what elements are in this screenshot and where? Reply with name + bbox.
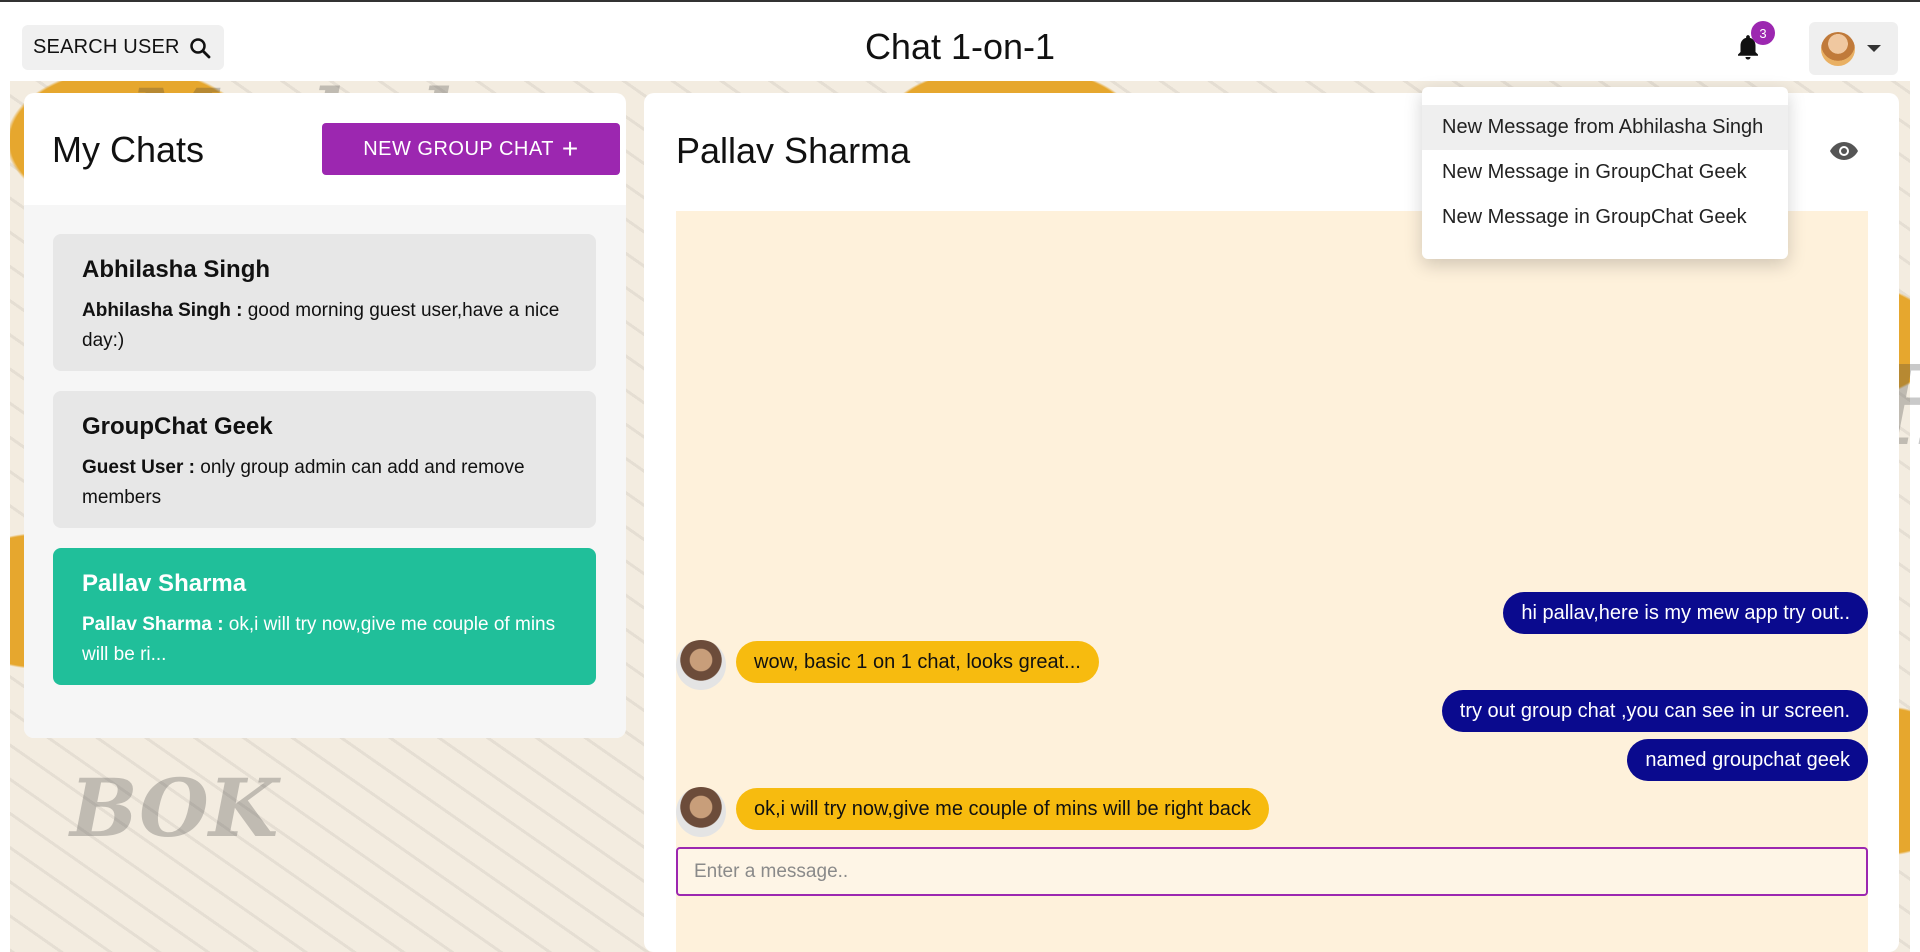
notification-item[interactable]: New Message from Abhilasha Singh <box>1422 105 1788 150</box>
chat-list-item[interactable]: Abhilasha Singh Abhilasha Singh : good m… <box>53 234 596 371</box>
chat-name: Abhilasha Singh <box>82 256 271 283</box>
notification-item[interactable]: New Message in GroupChat Geek <box>1422 150 1788 195</box>
search-user-button[interactable]: SEARCH USER <box>22 25 224 70</box>
eye-icon[interactable] <box>1829 140 1859 162</box>
chat-preview: Abhilasha Singh : good morning guest use… <box>82 296 567 356</box>
chat-list: Abhilasha Singh Abhilasha Singh : good m… <box>24 205 626 738</box>
plus-icon: + <box>561 133 579 164</box>
my-chats-panel: My Chats NEW GROUP CHAT + Abhilasha Sing… <box>24 93 626 738</box>
profile-menu-button[interactable] <box>1809 22 1898 75</box>
message-input[interactable] <box>676 847 1868 896</box>
chat-name: GroupChat Geek <box>82 413 273 440</box>
my-chats-title: My Chats <box>52 129 205 170</box>
chat-name: Pallav Sharma <box>82 570 247 597</box>
sender-avatar <box>676 640 726 690</box>
new-group-chat-button[interactable]: NEW GROUP CHAT + <box>322 123 620 175</box>
search-icon <box>189 37 211 58</box>
my-message-bubble: hi pallav,here is my mew app try out.. <box>1503 592 1868 634</box>
chat-preview: Guest User : only group admin can add an… <box>82 453 567 513</box>
message-area <box>676 211 1868 952</box>
my-chats-header: My Chats NEW GROUP CHAT + <box>24 93 626 205</box>
top-bar: SEARCH USER Chat 1-on-1 3 <box>0 0 1920 81</box>
chat-list-item-active[interactable]: Pallav Sharma Pallav Sharma : ok,i will … <box>53 548 596 685</box>
their-message-bubble: wow, basic 1 on 1 chat, looks great... <box>736 641 1099 683</box>
my-message-bubble: named groupchat geek <box>1627 739 1868 781</box>
sender-avatar <box>676 787 726 837</box>
notification-item[interactable]: New Message in GroupChat Geek <box>1422 195 1788 240</box>
new-group-chat-label: NEW GROUP CHAT <box>363 137 554 160</box>
caret-down-icon <box>1867 45 1881 52</box>
chat-title: Pallav Sharma <box>676 130 911 171</box>
avatar <box>1821 31 1855 66</box>
search-user-label: SEARCH USER <box>33 36 180 58</box>
chat-preview-sender: Abhilasha Singh : <box>82 300 243 321</box>
notification-badge: 3 <box>1751 21 1775 45</box>
chat-preview-sender: Pallav Sharma : <box>82 614 224 635</box>
their-message-bubble: ok,i will try now,give me couple of mins… <box>736 788 1269 830</box>
app-title: Chat 1-on-1 <box>864 26 1056 67</box>
notification-menu: New Message from Abhilasha Singh New Mes… <box>1422 87 1788 259</box>
my-message-bubble: try out group chat ,you can see in ur sc… <box>1441 690 1868 732</box>
chat-preview-sender: Guest User : <box>82 457 195 478</box>
chat-list-item[interactable]: GroupChat Geek Guest User : only group a… <box>53 391 596 528</box>
chat-preview: Pallav Sharma : ok,i will try now,give m… <box>82 610 567 670</box>
